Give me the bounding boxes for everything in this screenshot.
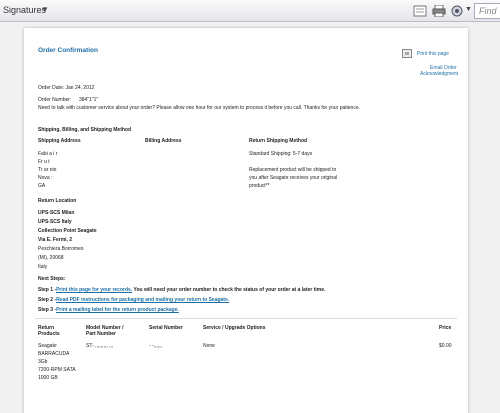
- th-products-2: Products: [38, 331, 60, 337]
- ship-line-5: GA: [38, 183, 46, 189]
- print-page-link[interactable]: Print this page: [417, 51, 449, 57]
- document-page: Order Confirmation Print this page Email…: [24, 28, 468, 413]
- step-1-link[interactable]: Print this page for your records.: [56, 287, 132, 293]
- row-price: $0.00: [439, 343, 452, 349]
- document-viewport[interactable]: Order Confirmation Print this page Email…: [0, 22, 500, 413]
- order-number-label: Order Number:: [38, 97, 72, 103]
- step-3: Step 3 -Print a mailing label for the re…: [38, 307, 179, 313]
- page-view-icon[interactable]: [413, 5, 427, 17]
- return-method-header: Return Shipping Method: [249, 138, 308, 144]
- step-1-prefix: Step 1 -: [38, 287, 57, 293]
- options-chevron-icon[interactable]: ▼: [465, 6, 472, 13]
- shipping-address-header: Shipping Address: [38, 138, 81, 144]
- replacement-line-3: product**: [249, 183, 270, 189]
- options-icon[interactable]: [450, 5, 464, 17]
- step-2: Step 2 -Read PDF instructions for packag…: [38, 297, 229, 303]
- row-product-3: 3Gb: [38, 359, 48, 365]
- print-icon[interactable]: [432, 5, 446, 17]
- ship-line-2: Fr u t: [38, 159, 50, 165]
- ship-line-3: Tr ar nio: [38, 167, 57, 173]
- acknowledgment-link[interactable]: Acknowledgment: [420, 71, 458, 77]
- printer-icon[interactable]: [402, 49, 412, 58]
- page-title: Order Confirmation: [38, 47, 98, 54]
- step-3-link[interactable]: Print a mailing label for the return pro…: [56, 307, 179, 313]
- find-placeholder: Find: [479, 6, 497, 16]
- order-number-value: 384"1"1": [79, 97, 99, 103]
- step-3-prefix: Step 3 -: [38, 307, 57, 313]
- location-line-5: Peschiera Borromeo: [38, 246, 84, 252]
- divider: [35, 318, 457, 319]
- row-service: None: [203, 343, 215, 349]
- replacement-line-1: Replacement product will be shipped to: [249, 167, 337, 173]
- ship-line-1: Fabi a i r: [38, 151, 58, 157]
- billing-address-header: Billing Address: [145, 138, 182, 144]
- location-line-2: UPS-SCS Italy: [38, 219, 72, 225]
- order-date: Order Date: Jan 24, 2012: [38, 85, 95, 91]
- step-2-prefix: Step 2 -: [38, 297, 57, 303]
- th-service: Service / Upgrade Options: [203, 325, 266, 331]
- row-model: ST- ,,,,,,,,, ,,,: [86, 343, 114, 349]
- next-steps-heading: Next Steps:: [38, 276, 66, 282]
- row-product-5: 1000 GB: [38, 375, 58, 381]
- return-location-heading: Return Location: [38, 198, 77, 204]
- row-product-2: BARRACUDA: [38, 351, 70, 357]
- location-line-1: UPS-SCS Milan: [38, 210, 75, 216]
- return-method-value: Standard Shipping: 5-7 days: [249, 151, 313, 157]
- step-1: Step 1 -Print this page for your records…: [38, 287, 325, 293]
- step-1-rest: You will need your order number to check…: [132, 287, 326, 293]
- location-line-6: (MI), 20068: [38, 255, 64, 261]
- location-line-3: Collection Point Seagate: [38, 228, 97, 234]
- th-serial: Serial Number: [149, 325, 183, 331]
- ship-line-4: Nova :: [38, 175, 53, 181]
- th-model-2: Part Number: [86, 331, 117, 337]
- location-line-7: Italy: [38, 264, 48, 270]
- viewer-toolbar: Signatures ▼ ▼ Find: [0, 0, 500, 22]
- location-line-4: Via E. Fermi, 2: [38, 237, 73, 243]
- th-price: Price: [439, 325, 452, 331]
- section-heading: Shipping, Billing, and Shipping Method: [38, 127, 132, 133]
- replacement-line-2: you after Seagate receives your original: [249, 175, 338, 181]
- signatures-menu[interactable]: Signatures: [3, 5, 46, 15]
- row-product-1: Seagate: [38, 343, 57, 349]
- step-2-link[interactable]: Read PDF instructions for packaging and …: [56, 297, 229, 303]
- row-product-4: 7200-RPM SATA: [38, 367, 76, 373]
- row-serial: - -,,,,,,: [149, 343, 163, 349]
- help-text: Need to talk with customer service about…: [38, 105, 361, 111]
- chevron-down-icon[interactable]: ▼: [41, 5, 49, 14]
